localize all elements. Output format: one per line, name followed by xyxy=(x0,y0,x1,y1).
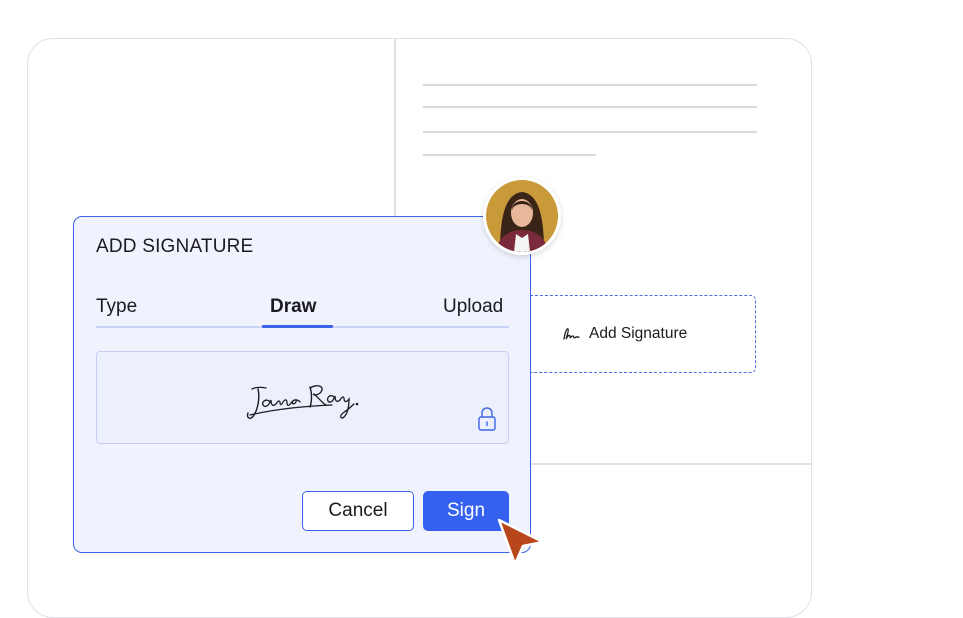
document-text-line xyxy=(423,84,757,86)
document-text-line xyxy=(423,154,596,156)
tab-type[interactable]: Type xyxy=(96,296,137,318)
document-text-line xyxy=(423,131,757,133)
lock-icon xyxy=(478,407,496,431)
cancel-button[interactable]: Cancel xyxy=(302,491,414,531)
signature-field-label: Add Signature xyxy=(589,325,688,342)
document-text-line xyxy=(423,106,757,108)
tab-upload[interactable]: Upload xyxy=(443,296,503,318)
signature-icon xyxy=(563,328,580,340)
dialog-title: ADD SIGNATURE xyxy=(96,236,254,257)
drawn-signature xyxy=(246,385,359,419)
pointer-cursor-icon xyxy=(497,518,545,566)
active-tab-indicator xyxy=(262,325,333,328)
tab-draw[interactable]: Draw xyxy=(270,296,316,318)
avatar xyxy=(483,177,561,255)
